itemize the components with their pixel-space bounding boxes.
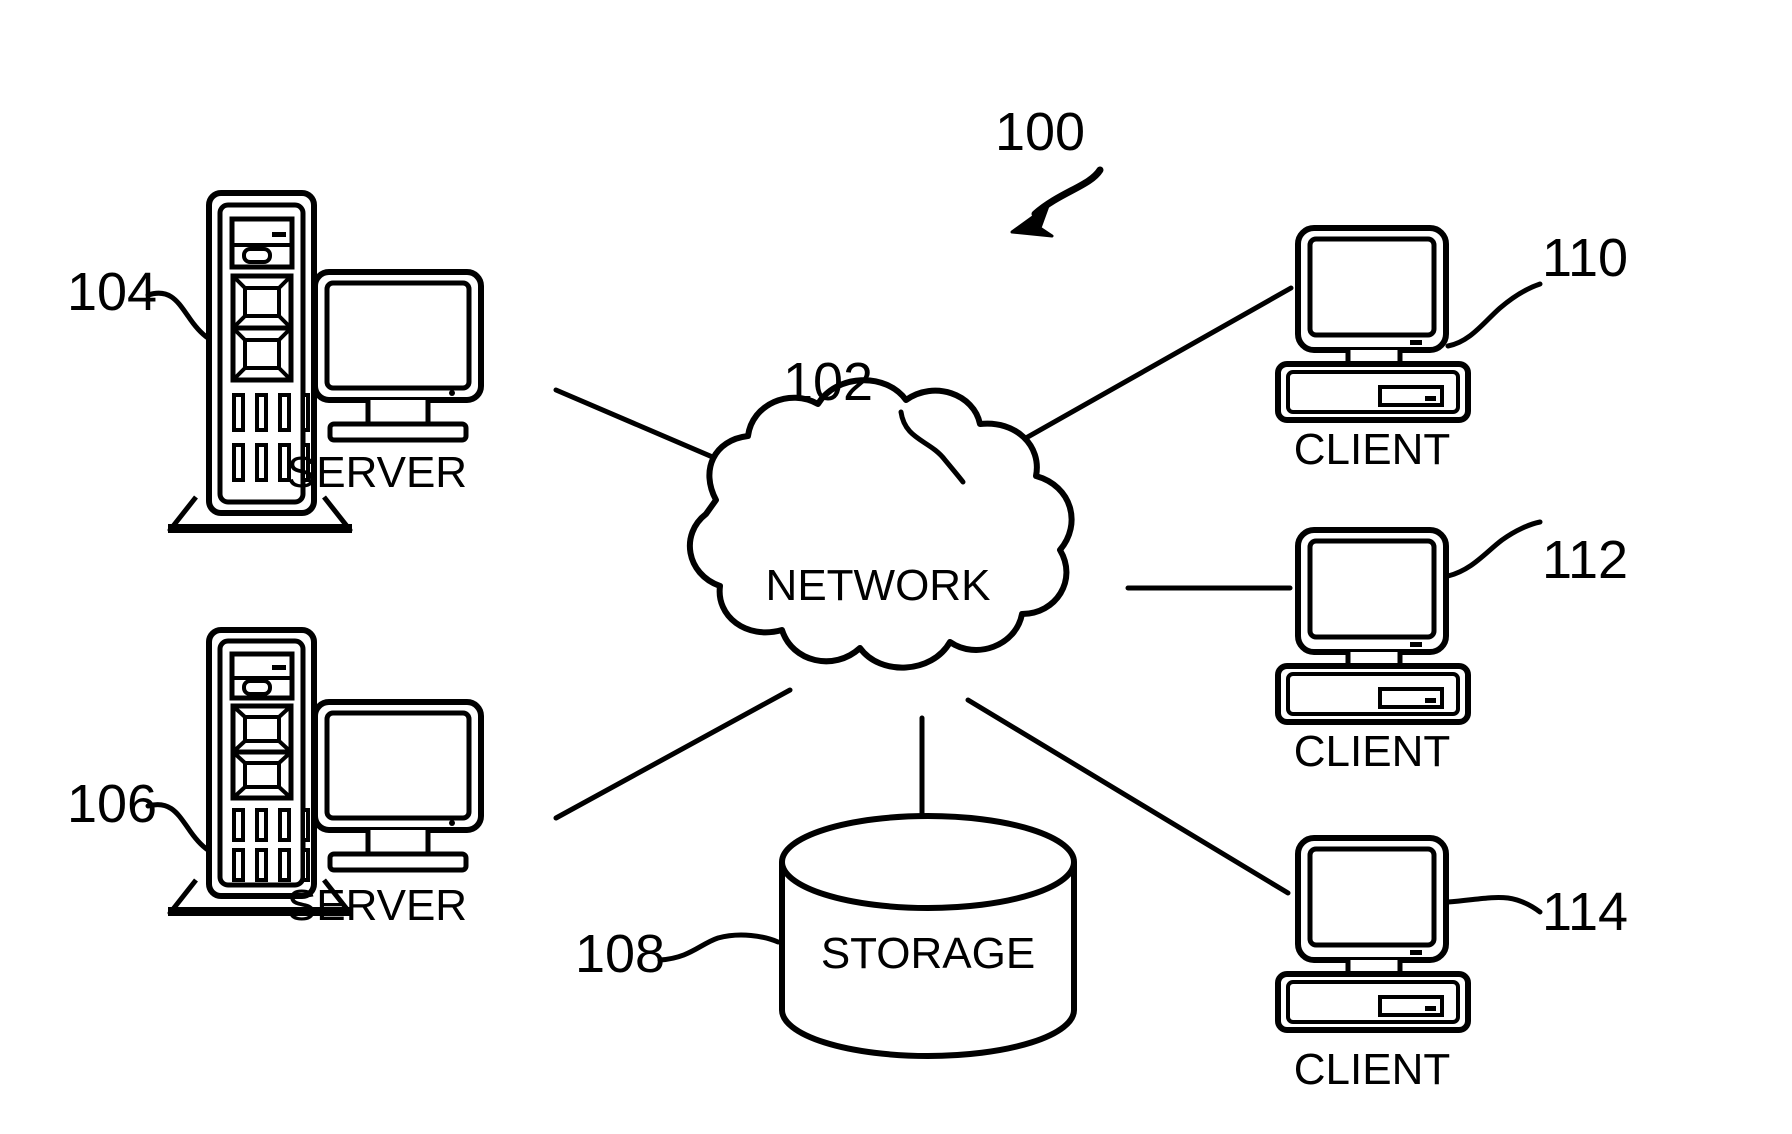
numeral-108: 108 [575, 924, 665, 984]
numeral-102: 102 [783, 352, 873, 412]
network-label: NETWORK [766, 561, 991, 610]
server-104-panel-lower-inner [243, 338, 281, 370]
client-114-drive-indicator [1425, 1006, 1436, 1011]
numeral-106: 106 [67, 774, 157, 834]
client-112-monitor-screen [1307, 538, 1437, 640]
server-104-label: SERVER [287, 448, 467, 497]
server-104-monitor-neck [365, 400, 431, 427]
server-104-power-button [242, 247, 272, 264]
client-114-monitor-screen [1307, 846, 1437, 948]
server-106: SERVER 106 [67, 627, 484, 930]
server-104-monitor-screen [324, 280, 472, 391]
storage-cylinder-top [779, 813, 1077, 911]
server-106-monitor-base [327, 851, 469, 873]
server-104-drive-indicator [272, 232, 286, 237]
server-106-drive-indicator [272, 665, 286, 670]
server-106-panel-upper-inner [243, 715, 281, 743]
cloud-outline [687, 377, 1075, 671]
leader-110 [1445, 281, 1543, 349]
numeral-104: 104 [67, 262, 157, 322]
numeral-112: 112 [1542, 530, 1628, 590]
numeral-114: 114 [1542, 882, 1628, 942]
server-106-monitor-screen [324, 710, 472, 821]
system-arrow-head [1010, 204, 1054, 238]
client-112-label: CLIENT [1294, 727, 1450, 776]
client-110-label: CLIENT [1294, 425, 1450, 474]
server-106-monitor-neck [365, 830, 431, 857]
client-114-label: CLIENT [1294, 1045, 1450, 1094]
leader-108 [657, 932, 781, 963]
server-106-monitor-led [449, 820, 455, 826]
leader-114 [1445, 895, 1543, 915]
client-110: CLIENT 110 [1275, 225, 1628, 474]
storage-108: STORAGE 108 [575, 813, 1077, 1059]
numeral-110: 110 [1542, 228, 1628, 288]
server-106-panel-lower-inner [243, 761, 281, 789]
client-112-drive-indicator [1425, 698, 1436, 703]
link-server106-network [553, 687, 793, 821]
client-110-monitor-screen [1307, 236, 1437, 338]
server-104-tower-foot-bar [168, 524, 352, 533]
client-114-monitor-led [1410, 950, 1422, 955]
client-110-drive-indicator [1425, 396, 1436, 401]
server-104-panel-upper-inner [243, 286, 281, 318]
client-110-monitor-led [1410, 340, 1422, 345]
client-112-monitor-led [1410, 642, 1422, 647]
leader-112 [1445, 519, 1543, 579]
client-112: CLIENT 112 [1275, 519, 1628, 776]
figure-canvas: NETWORK 102 100 SERVER 104 SERVER 106 ST… [0, 0, 1792, 1134]
server-104-monitor-base [327, 421, 469, 443]
server-106-power-button [242, 679, 272, 696]
server-104: SERVER 104 [67, 190, 484, 533]
numeral-100: 100 [995, 102, 1085, 162]
server-104-monitor-led [449, 390, 455, 396]
network-architecture-diagram: NETWORK 102 100 SERVER 104 SERVER 106 ST… [67, 102, 1628, 1094]
client-114: CLIENT 114 [1275, 835, 1628, 1094]
numeral-100-group: 100 [995, 102, 1104, 238]
server-106-label: SERVER [287, 881, 467, 930]
network-cloud: NETWORK [687, 377, 1075, 671]
storage-label: STORAGE [821, 929, 1035, 978]
